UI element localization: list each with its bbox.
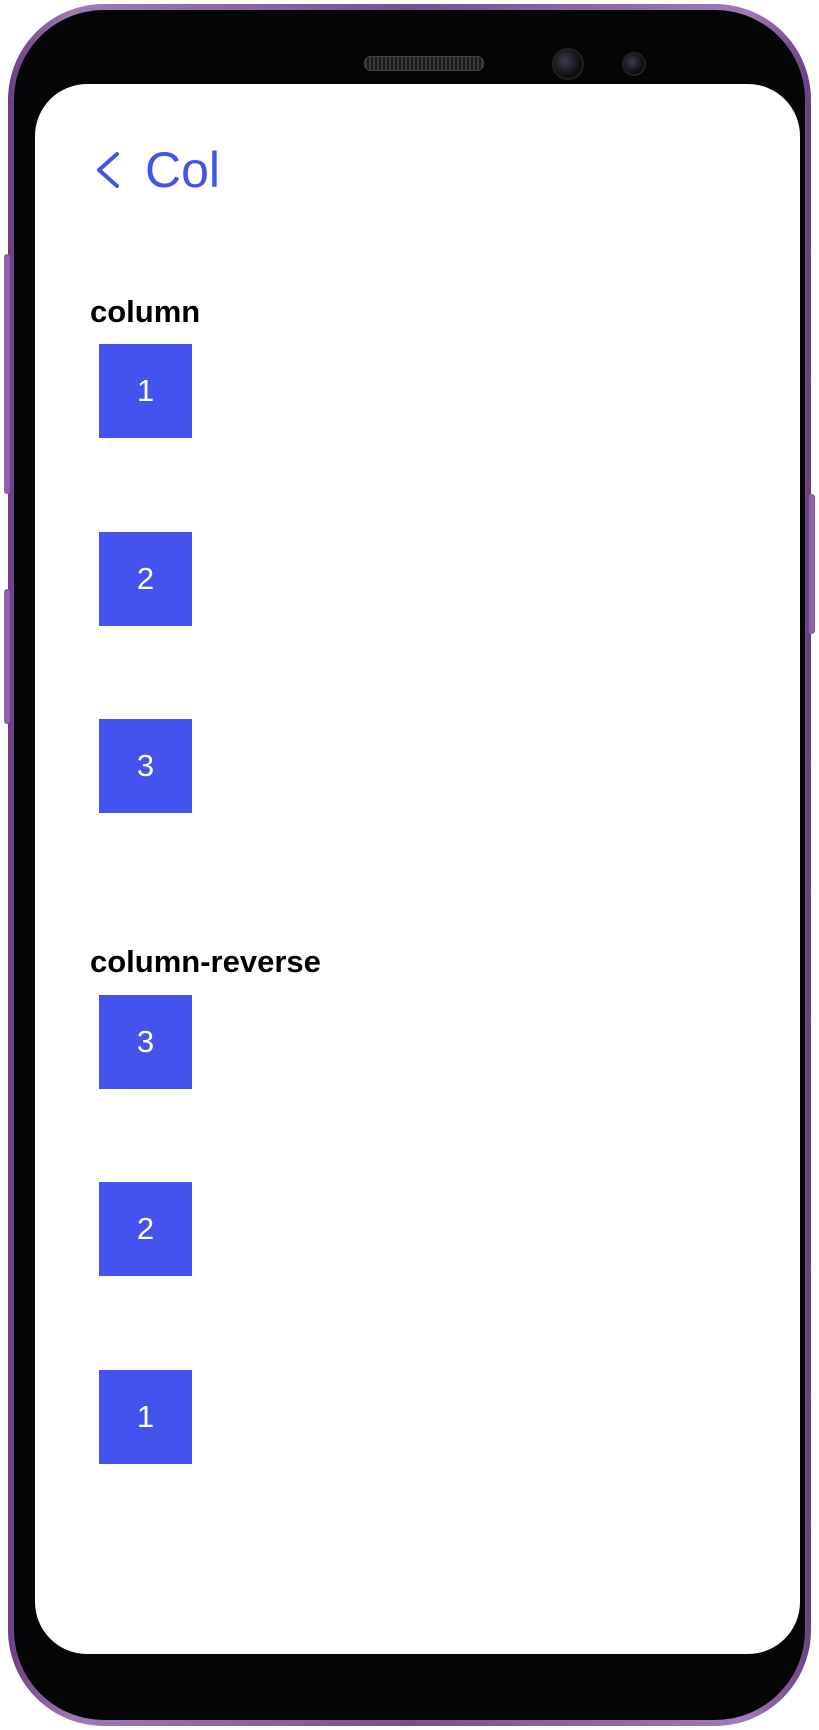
earpiece-speaker xyxy=(364,56,484,71)
chevron-left-icon[interactable] xyxy=(93,148,127,192)
front-camera xyxy=(552,48,584,80)
sensor xyxy=(622,52,646,76)
column-box: 1 xyxy=(99,344,192,438)
power-button xyxy=(809,494,815,634)
column-box: 3 xyxy=(99,719,192,813)
page-title: Col xyxy=(145,142,221,198)
back-button[interactable]: Col xyxy=(93,142,220,198)
section-title-column-reverse: column-reverse xyxy=(90,944,321,979)
bixby-button xyxy=(4,589,10,724)
column-box: 2 xyxy=(99,532,192,626)
phone-frame: Col column 1 2 3 column-reverse 3 2 1 xyxy=(4,4,815,1726)
column-reverse-box: 3 xyxy=(99,995,192,1089)
section-title-column: column xyxy=(90,294,201,329)
app-screen: Col column 1 2 3 column-reverse 3 2 1 xyxy=(35,84,800,1654)
volume-button xyxy=(4,254,10,494)
column-reverse-box: 2 xyxy=(99,1182,192,1276)
column-reverse-box: 1 xyxy=(99,1370,192,1464)
